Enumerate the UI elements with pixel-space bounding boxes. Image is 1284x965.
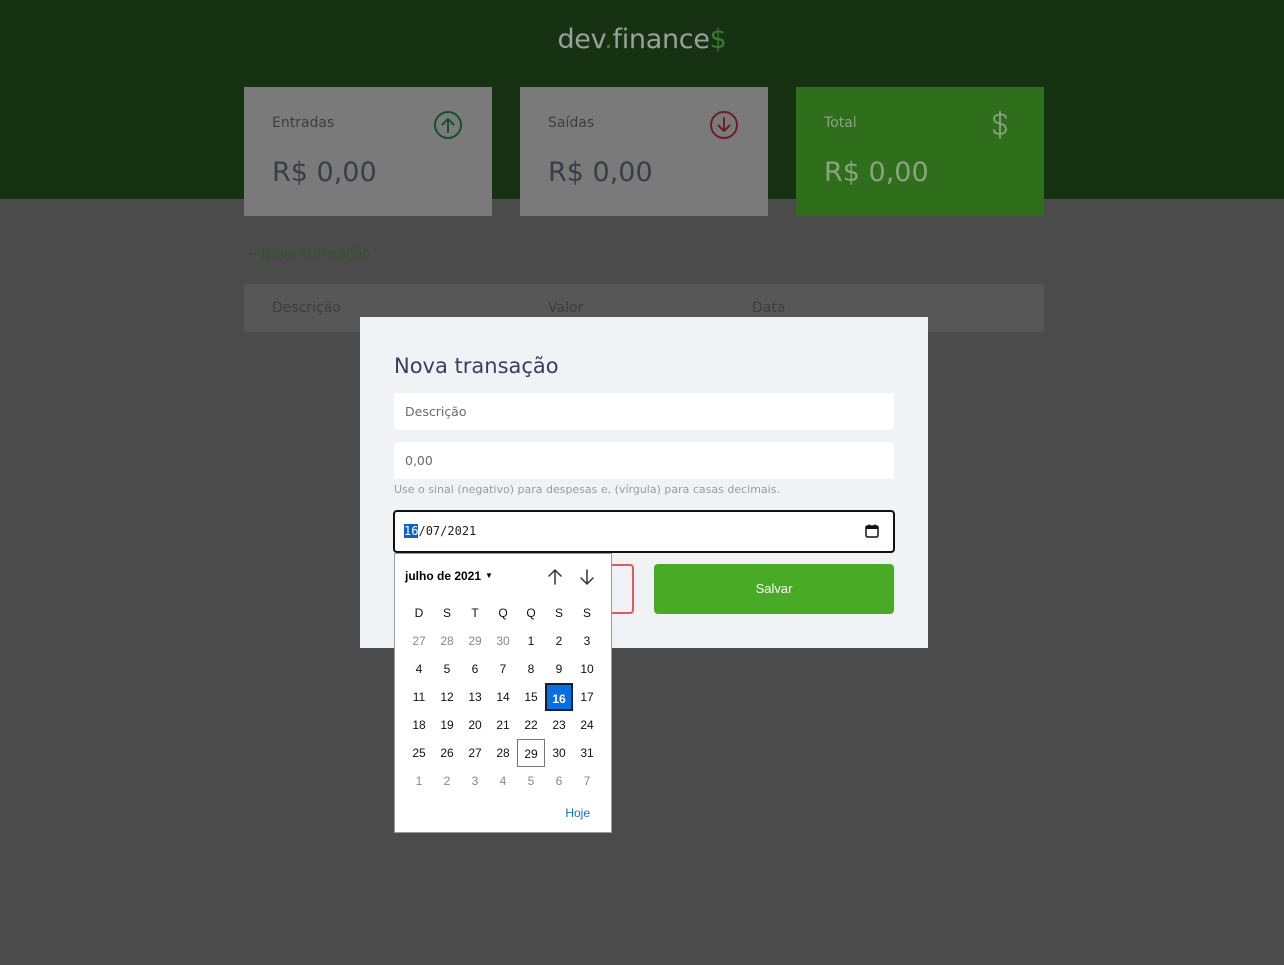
today-button[interactable]: Hoje <box>565 806 590 820</box>
calendar-day[interactable]: 4 <box>489 767 517 795</box>
calendar-day[interactable]: 17 <box>573 683 601 711</box>
calendar-day[interactable]: 30 <box>489 627 517 655</box>
calendar-day[interactable]: 7 <box>573 767 601 795</box>
calendar-day[interactable]: 22 <box>517 711 545 739</box>
arrow-down-circle-icon <box>710 111 738 139</box>
calendar-day-selected[interactable]: 16 <box>545 683 573 711</box>
income-card: Entradas R$ 0,00 <box>244 87 492 216</box>
description-input[interactable]: Descrição <box>394 393 894 430</box>
calendar-week-row: 4 5 6 7 8 9 10 <box>405 655 601 683</box>
calendar-icon[interactable] <box>864 523 880 539</box>
modal-title: Nova transação <box>394 354 559 378</box>
caret-down-icon: ▼ <box>485 571 493 580</box>
calendar-day[interactable]: 5 <box>517 767 545 795</box>
calendar-day[interactable]: 2 <box>545 627 573 655</box>
calendar-day[interactable]: 26 <box>433 739 461 767</box>
date-month-segment[interactable]: 07 <box>426 524 440 538</box>
new-transaction-link[interactable]: + Nova transação <box>245 246 371 262</box>
weekday-label: S <box>582 606 591 620</box>
weekday-label: T <box>471 606 479 620</box>
calendar-day[interactable]: 12 <box>433 683 461 711</box>
calendar-week-row: 18 19 20 21 22 23 24 <box>405 711 601 739</box>
amount-input[interactable]: 0,00 <box>394 442 894 479</box>
calendar-day[interactable]: 13 <box>461 683 489 711</box>
calendar-day[interactable]: 28 <box>433 627 461 655</box>
income-value: R$ 0,00 <box>272 157 377 188</box>
calendar-day[interactable]: 1 <box>517 627 545 655</box>
calendar-day[interactable]: 29 <box>461 627 489 655</box>
calendar-day[interactable]: 3 <box>461 767 489 795</box>
calendar-day[interactable]: 3 <box>573 627 601 655</box>
weekday-label: S <box>554 606 563 620</box>
calendar-day[interactable]: 20 <box>461 711 489 739</box>
calendar-day[interactable]: 8 <box>517 655 545 683</box>
calendar-day[interactable]: 6 <box>545 767 573 795</box>
calendar-day[interactable]: 24 <box>573 711 601 739</box>
dollar-icon <box>993 111 1007 139</box>
total-label: Total <box>824 115 857 131</box>
expense-value: R$ 0,00 <box>548 157 653 188</box>
calendar-week-row: 11 12 13 14 15 16 17 <box>405 683 601 711</box>
income-label: Entradas <box>272 115 335 131</box>
calendar-day[interactable]: 6 <box>461 655 489 683</box>
expense-label: Saídas <box>548 115 595 131</box>
calendar-day[interactable]: 25 <box>405 739 433 767</box>
calendar-day[interactable]: 18 <box>405 711 433 739</box>
calendar-day[interactable]: 19 <box>433 711 461 739</box>
calendar-day[interactable]: 10 <box>573 655 601 683</box>
calendar-day[interactable]: 2 <box>433 767 461 795</box>
calendar-day[interactable]: 14 <box>489 683 517 711</box>
column-date: Data <box>752 300 786 316</box>
calendar-day-today[interactable]: 29 <box>517 739 545 767</box>
calendar-day[interactable]: 27 <box>405 627 433 655</box>
save-button[interactable]: Salvar <box>654 564 894 614</box>
date-year-segment[interactable]: 2021 <box>447 524 476 538</box>
calendar-grid: D S T Q Q S S 27 28 29 30 1 2 3 4 5 6 7 8 9 10 11 12 13 1… <box>405 599 601 795</box>
calendar-day[interactable]: 23 <box>545 711 573 739</box>
total-card: Total R$ 0,00 <box>796 87 1044 216</box>
calendar-day[interactable]: 4 <box>405 655 433 683</box>
date-picker-popup: julho de 2021 ▼ D S T Q Q S S 27 28 29 30 1 2 3… <box>394 553 612 833</box>
arrow-up-circle-icon <box>434 111 462 139</box>
calendar-day[interactable]: 1 <box>405 767 433 795</box>
weekday-label: D <box>414 606 424 620</box>
calendar-week-row: 27 28 29 30 1 2 3 <box>405 627 601 655</box>
expense-card: Saídas R$ 0,00 <box>520 87 768 216</box>
column-amount: Valor <box>548 300 584 316</box>
calendar-week-row: 25 26 27 28 29 30 31 <box>405 739 601 767</box>
next-month-arrow-icon[interactable] <box>577 567 597 587</box>
amount-help-text: Use o sinal (negativo) para despesas e, … <box>394 483 780 496</box>
calendar-day[interactable]: 28 <box>489 739 517 767</box>
calendar-week-row: 1234567 <box>405 767 601 795</box>
calendar-day[interactable]: 11 <box>405 683 433 711</box>
date-input[interactable]: 16/07/2021 <box>393 510 895 553</box>
calendar-day[interactable]: 21 <box>489 711 517 739</box>
date-day-segment[interactable]: 16 <box>404 524 419 538</box>
calendar-day[interactable]: 5 <box>433 655 461 683</box>
weekday-header-row: D S T Q Q S S <box>405 599 601 627</box>
calendar-day[interactable]: 7 <box>489 655 517 683</box>
weekday-label: Q <box>498 606 508 620</box>
total-value: R$ 0,00 <box>824 157 929 188</box>
weekday-label: S <box>442 606 451 620</box>
column-description: Descrição <box>272 300 341 316</box>
calendar-day[interactable]: 9 <box>545 655 573 683</box>
calendar-day[interactable]: 27 <box>461 739 489 767</box>
previous-month-arrow-icon[interactable] <box>545 567 565 587</box>
calendar-day[interactable]: 31 <box>573 739 601 767</box>
weekday-label: Q <box>526 606 536 620</box>
calendar-day[interactable]: 30 <box>545 739 573 767</box>
calendar-day[interactable]: 15 <box>517 683 545 711</box>
app-logo: dev.finance$ <box>557 24 727 55</box>
month-year-select[interactable]: julho de 2021 ▼ <box>405 569 493 583</box>
